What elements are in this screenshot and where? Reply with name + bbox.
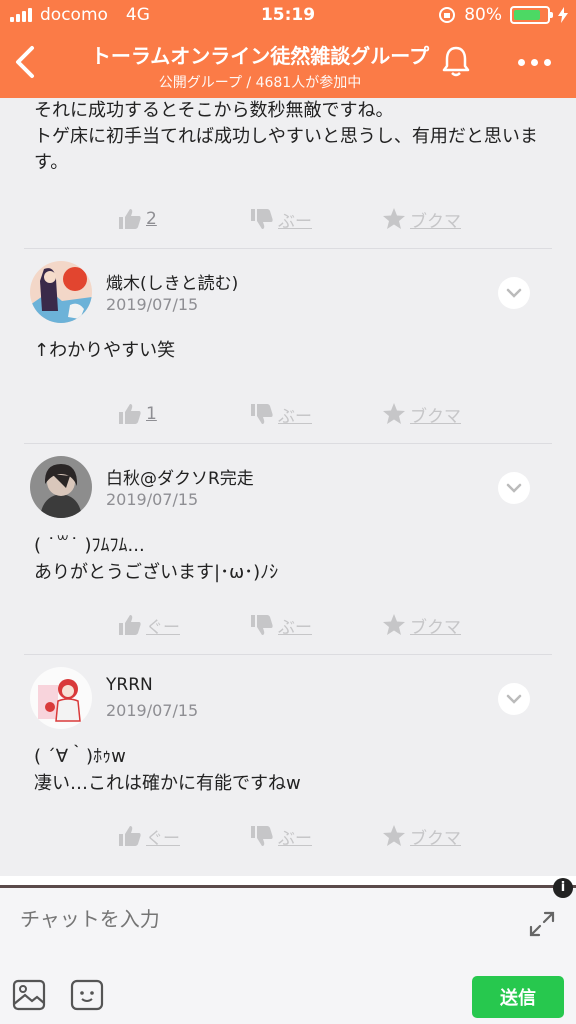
avatar[interactable] [30,456,92,518]
bookmark-button[interactable]: ブクマ [382,824,461,849]
bookmark-button[interactable]: ブクマ [382,207,461,232]
star-icon [383,825,405,846]
bookmark-label: ブクマ [410,828,461,849]
avatar-image [30,667,92,729]
bad-label: ぶー [278,828,312,849]
avatar-image [30,261,92,323]
commenter-name[interactable]: 熾木(しきと読む) [106,269,238,294]
post-continuation: それに成功するとそこから数秒無敵ですね。 トゲ床に初手当てれば成功しやすいと思う… [0,98,576,244]
comment-text: ↑わかりやすい笑 [34,340,176,361]
good-button[interactable]: 2 [118,208,250,230]
comment-header: 熾木(しきと読む) 2019/07/15 [0,249,576,329]
send-button[interactable]: 送信 [472,976,564,1018]
chevron-down-icon [506,483,522,493]
thumbs-up-icon [119,615,141,635]
comment-item: YRRN 2019/07/15 ( ´∀｀)ﾎｩw 凄い…これは確かに有能ですね… [0,655,576,861]
bookmark-button[interactable]: ブクマ [382,613,461,638]
good-count: 1 [146,404,157,424]
post-actions: 2 ぶー ブクマ [0,194,576,244]
info-icon[interactable]: i [553,878,573,898]
commenter-name[interactable]: YRRN [106,675,153,695]
bad-label: ぶー [278,211,312,232]
avatar[interactable] [30,261,92,323]
thumbs-up-icon [119,404,141,424]
bad-button[interactable]: ぶー [250,402,382,427]
comment-actions: ぐー ぶー ブクマ [0,811,576,861]
bad-label: ぶー [278,406,312,427]
thumbs-up-icon [119,209,141,229]
commenter-name[interactable]: 白秋@ダクソR完走 [106,464,254,489]
bookmark-button[interactable]: ブクマ [382,402,461,427]
status-bar: docomo 4G 15:19 80% [0,0,576,30]
header-title-block[interactable]: トーラムオンライン徒然雑談グループ 公開グループ / 4681人が参加中 [60,40,460,92]
chevron-down-icon [506,694,522,704]
chevron-down-icon [506,288,522,298]
star-icon [383,614,405,635]
thread-content[interactable]: それに成功するとそこから数秒無敵ですね。 トゲ床に初手当てれば成功しやすいと思う… [0,98,576,876]
back-arrow-icon[interactable] [10,42,44,82]
comment-date: 2019/07/15 [106,701,199,720]
rotation-lock-icon [439,7,456,23]
good-label: ぐー [146,828,180,849]
comment-text: ( ´∀｀)ﾎｩw 凄い…これは確かに有能ですねw [34,746,301,794]
bookmark-label: ブクマ [410,406,461,427]
good-button[interactable]: ぐー [118,613,250,638]
status-right: 80% [438,5,568,25]
media-strip [0,876,576,888]
comment-menu-button[interactable] [498,277,530,309]
thumbs-down-icon [251,404,273,424]
app-header: docomo 4G 15:19 80% トーラムオンライン徒然雑談グループ 公開… [0,0,576,98]
good-button[interactable]: ぐー [118,824,250,849]
good-count: 2 [146,209,157,229]
comment-date: 2019/07/15 [106,490,199,509]
bad-label: ぶー [278,617,312,638]
bad-button[interactable]: ぶー [250,824,382,849]
good-button[interactable]: 1 [118,403,250,425]
comment-text: ( ˙꒳˙ )ﾌﾑﾌﾑ... ありがとうございます|･ω･)ﾉｼ [34,535,279,583]
star-icon [383,208,405,229]
comment-header: 白秋@ダクソR完走 2019/07/15 [0,444,576,524]
comment-date: 2019/07/15 [106,295,199,314]
star-icon [383,403,405,424]
image-icon[interactable] [12,978,46,1012]
expand-icon[interactable] [528,910,556,938]
bell-icon[interactable] [438,44,474,80]
bad-button[interactable]: ぶー [250,613,382,638]
more-menu-icon[interactable] [512,50,556,74]
avatar[interactable] [30,667,92,729]
comment-menu-button[interactable] [498,683,530,715]
bookmark-label: ブクマ [410,617,461,638]
avatar-image [30,456,92,518]
comment-actions: ぐー ぶー ブクマ [0,600,576,650]
thumbs-down-icon [251,826,273,846]
group-subtitle: 公開グループ / 4681人が参加中 [158,75,362,91]
comment-header: YRRN 2019/07/15 [0,655,576,735]
good-label: ぐー [146,617,180,638]
chat-composer: i 送信 [0,876,576,1024]
comment-actions: 1 ぶー ブクマ [0,389,576,439]
bad-button[interactable]: ぶー [250,207,382,232]
thumbs-down-icon [251,209,273,229]
sticker-icon[interactable] [70,978,104,1012]
comment-menu-button[interactable] [498,472,530,504]
thumbs-up-icon [119,826,141,846]
charging-icon [558,7,568,23]
group-title: トーラムオンライン徒然雑談グループ [90,44,430,68]
bookmark-label: ブクマ [410,211,461,232]
comment-item: 白秋@ダクソR完走 2019/07/15 ( ˙꒳˙ )ﾌﾑﾌﾑ... ありがと… [0,444,576,650]
battery-icon [510,6,553,24]
post-text: それに成功するとそこから数秒無敵ですね。 トゲ床に初手当てれば成功しやすいと思う… [34,100,538,173]
comment-item: 熾木(しきと読む) 2019/07/15 ↑わかりやすい笑 1 ぶー ブクマ [0,249,576,439]
chat-input[interactable] [20,904,500,934]
thumbs-down-icon [251,615,273,635]
battery-percent: 80% [464,5,502,25]
